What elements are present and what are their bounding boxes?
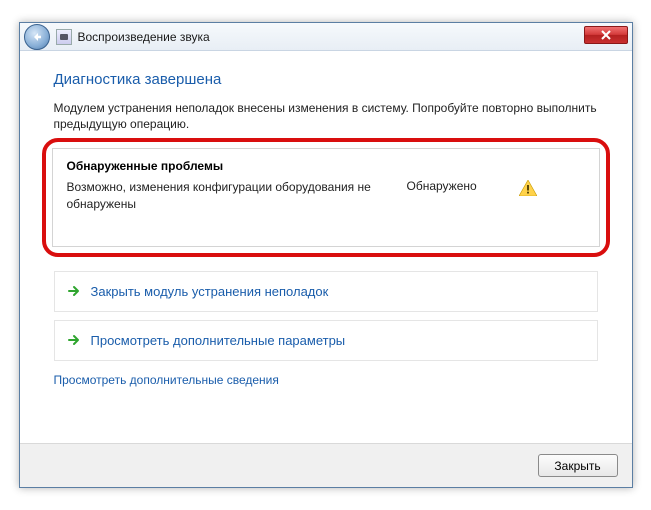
problem-description: Возможно, изменения конфигурации оборудо… bbox=[67, 179, 397, 211]
close-icon bbox=[601, 30, 611, 40]
advanced-options-label: Просмотреть дополнительные параметры bbox=[91, 333, 346, 348]
problems-panel: Обнаруженные проблемы Возможно, изменени… bbox=[52, 148, 600, 246]
app-icon bbox=[56, 29, 72, 45]
problems-heading: Обнаруженные проблемы bbox=[67, 159, 585, 173]
warning-icon bbox=[519, 180, 537, 196]
window-close-button[interactable] bbox=[584, 26, 628, 44]
footer: Закрыть bbox=[20, 443, 632, 487]
intro-text: Модулем устранения неполадок внесены изм… bbox=[54, 100, 598, 132]
close-troubleshooter-label: Закрыть модуль устранения неполадок bbox=[91, 284, 329, 299]
content-area: Диагностика завершена Модулем устранения… bbox=[20, 51, 632, 401]
highlight-frame: Обнаруженные проблемы Возможно, изменени… bbox=[42, 138, 610, 256]
window-title: Воспроизведение звука bbox=[78, 30, 210, 44]
arrow-right-icon bbox=[67, 333, 81, 347]
close-troubleshooter-link[interactable]: Закрыть модуль устранения неполадок bbox=[54, 271, 598, 312]
back-button[interactable] bbox=[24, 24, 50, 50]
problem-status: Обнаружено bbox=[397, 179, 507, 193]
arrow-right-icon bbox=[67, 284, 81, 298]
problem-row: Возможно, изменения конфигурации оборудо… bbox=[67, 179, 585, 211]
advanced-options-link[interactable]: Просмотреть дополнительные параметры bbox=[54, 320, 598, 361]
more-info-link[interactable]: Просмотреть дополнительные сведения bbox=[54, 373, 279, 387]
close-button[interactable]: Закрыть bbox=[538, 454, 618, 477]
back-arrow-icon bbox=[31, 31, 43, 43]
page-heading: Диагностика завершена bbox=[54, 71, 598, 88]
troubleshooter-window: Воспроизведение звука Диагностика заверш… bbox=[19, 22, 633, 488]
titlebar: Воспроизведение звука bbox=[20, 23, 632, 51]
